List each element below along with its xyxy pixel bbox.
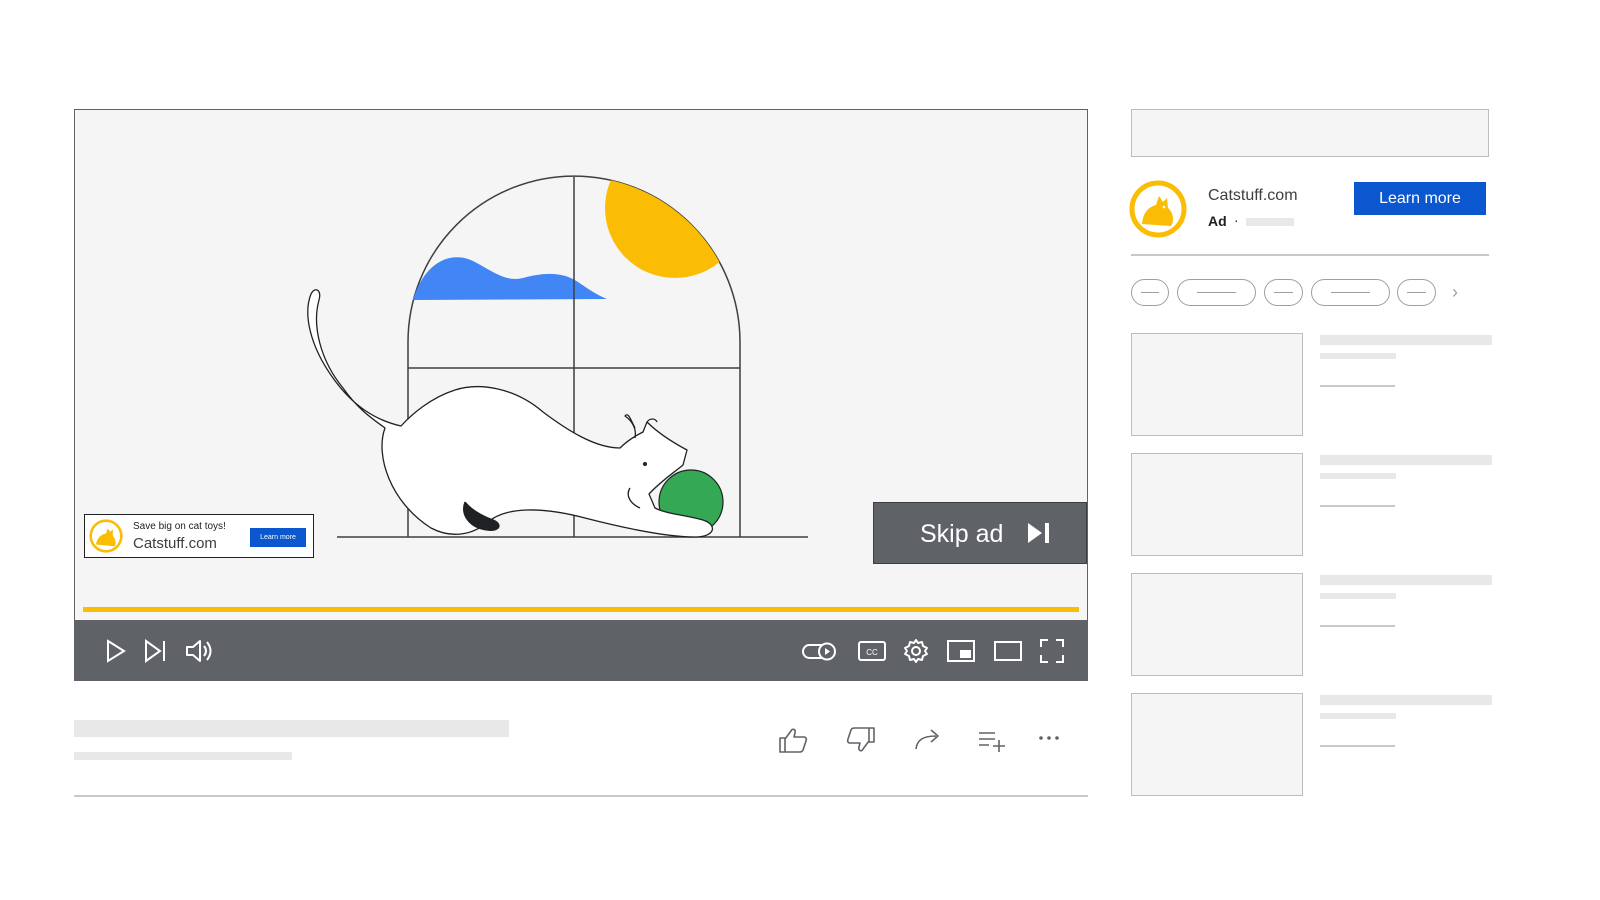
video-player[interactable]: Save big on cat toys! Catstuff.com Learn… — [74, 109, 1088, 681]
share-icon[interactable] — [911, 725, 945, 755]
video-title-placeholder — [74, 720, 509, 737]
recommended-channel-placeholder — [1320, 353, 1396, 359]
catstuff-logo-icon — [89, 519, 123, 553]
play-icon[interactable] — [99, 635, 131, 667]
sidebar-divider — [1131, 254, 1489, 256]
recommended-thumbnail[interactable] — [1131, 453, 1303, 556]
skip-ad-button[interactable]: Skip ad — [873, 502, 1087, 564]
captions-icon[interactable]: CC — [856, 635, 888, 667]
next-icon[interactable] — [139, 635, 171, 667]
content-divider — [74, 795, 1088, 797]
chips-next-icon[interactable]: › — [1452, 282, 1458, 303]
overlay-ad-banner[interactable]: Save big on cat toys! Catstuff.com Learn… — [84, 514, 314, 558]
recommended-channel-placeholder — [1320, 713, 1396, 719]
overlay-ad-promo-text: Save big on cat toys! — [133, 521, 226, 532]
filter-chip[interactable] — [1131, 279, 1169, 306]
filter-chip[interactable] — [1311, 279, 1390, 306]
miniplayer-icon[interactable] — [945, 635, 977, 667]
recommended-title-placeholder — [1320, 335, 1492, 345]
skip-ad-label: Skip ad — [920, 520, 1004, 548]
recommended-meta-placeholder — [1320, 505, 1395, 507]
recommended-channel-placeholder — [1320, 593, 1396, 599]
recommended-meta-placeholder — [1320, 385, 1395, 387]
save-to-playlist-icon[interactable] — [975, 725, 1009, 755]
recommended-channel-placeholder — [1320, 473, 1396, 479]
ad-separator: · — [1234, 212, 1239, 228]
sidebar-ad-site: Catstuff.com — [1208, 187, 1298, 204]
ad-url-placeholder — [1246, 218, 1294, 226]
recommended-thumbnail[interactable] — [1131, 333, 1303, 436]
recommended-title-placeholder — [1320, 455, 1492, 465]
cat-illustration — [307, 289, 713, 538]
channel-name-placeholder — [74, 752, 292, 760]
recommended-meta-placeholder — [1320, 745, 1395, 747]
recommended-title-placeholder — [1320, 575, 1492, 585]
like-icon[interactable] — [776, 725, 810, 755]
autoplay-toggle-icon[interactable] — [801, 635, 839, 667]
more-icon[interactable] — [1033, 725, 1067, 755]
recommended-title-placeholder — [1320, 695, 1492, 705]
overlay-ad-site: Catstuff.com — [133, 535, 217, 552]
overlay-ad-learn-more-button[interactable]: Learn more — [250, 528, 306, 547]
catstuff-logo-icon — [1129, 180, 1187, 238]
filter-chip[interactable] — [1177, 279, 1256, 306]
recommended-thumbnail[interactable] — [1131, 693, 1303, 796]
theater-mode-icon[interactable] — [992, 635, 1024, 667]
settings-icon[interactable] — [900, 635, 932, 667]
recommended-thumbnail[interactable] — [1131, 573, 1303, 676]
volume-icon[interactable] — [183, 635, 215, 667]
video-progress-bar[interactable] — [83, 607, 1079, 612]
sidebar-top-placeholder — [1131, 109, 1489, 157]
sidebar-learn-more-button[interactable]: Learn more — [1354, 182, 1486, 215]
dislike-icon[interactable] — [844, 725, 878, 755]
ad-badge: Ad — [1208, 213, 1227, 229]
player-control-bar: CC — [75, 620, 1087, 680]
filter-chip[interactable] — [1264, 279, 1303, 306]
skip-next-icon — [1028, 523, 1049, 543]
svg-text:CC: CC — [866, 648, 878, 657]
filter-chip[interactable] — [1397, 279, 1436, 306]
recommended-meta-placeholder — [1320, 625, 1395, 627]
fullscreen-icon[interactable] — [1036, 635, 1068, 667]
